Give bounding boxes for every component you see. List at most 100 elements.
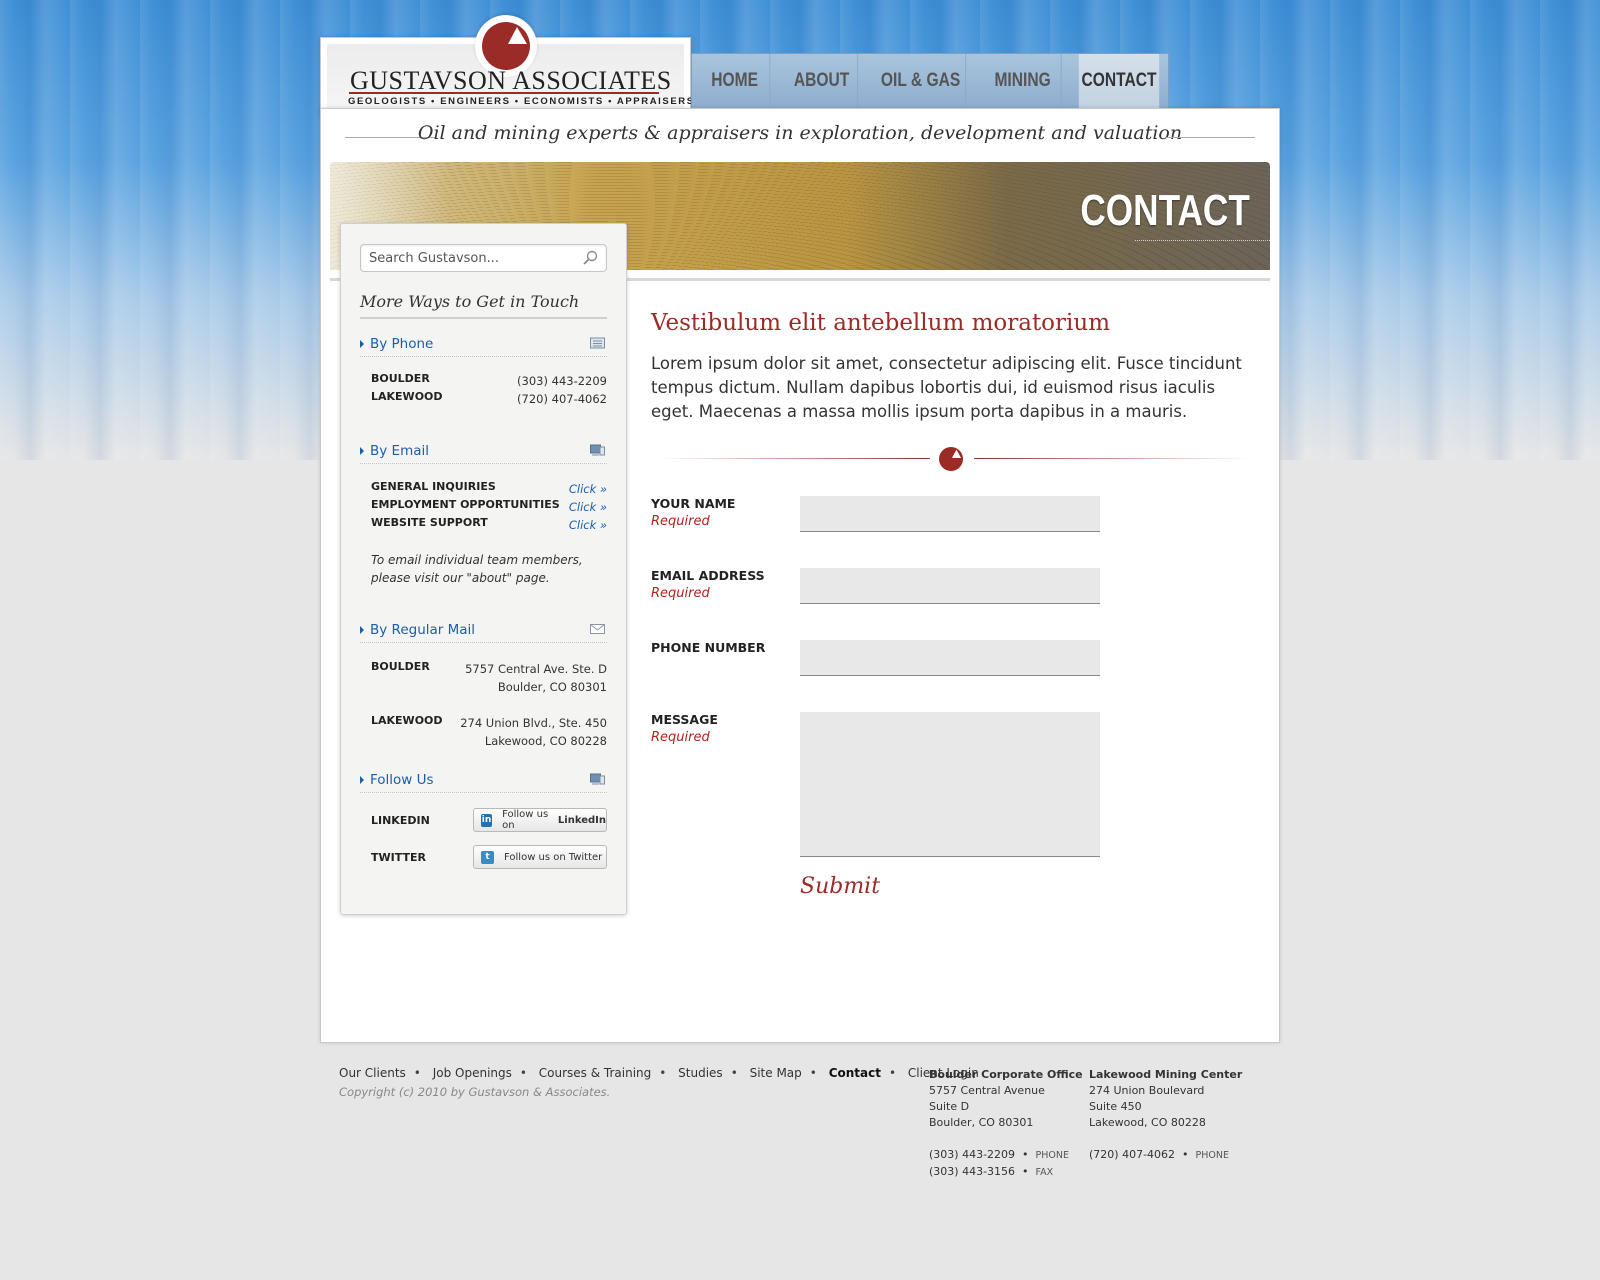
section-follow-label[interactable]: Follow Us xyxy=(370,772,434,788)
mail-line: 5757 Central Ave. Ste. D xyxy=(465,662,607,676)
fax-label: FAX xyxy=(1035,1167,1054,1178)
office-fax: (303) 443-3156 • FAX xyxy=(929,1165,1054,1178)
nav-about[interactable]: ABOUT xyxy=(786,54,859,108)
phone-field[interactable] xyxy=(800,640,1100,676)
email-field[interactable] xyxy=(800,568,1100,604)
office-title: Lakewood Mining Center xyxy=(1089,1068,1243,1081)
submit-button[interactable]: Submit xyxy=(800,874,880,899)
lakewood-office: Lakewood Mining Center 274 Union Bouleva… xyxy=(1089,1067,1242,1164)
follow-brand: LinkedIn xyxy=(557,814,606,826)
footer-link-studies[interactable]: Studies xyxy=(678,1066,723,1080)
section-phone-label[interactable]: By Phone xyxy=(370,336,433,352)
office-line: 5757 Central Avenue xyxy=(929,1084,1045,1097)
footer-links: Our Clients • Job Openings • Courses & Tra… xyxy=(339,1066,979,1080)
message-field[interactable] xyxy=(800,712,1100,857)
section-phone[interactable]: By Phone xyxy=(360,331,607,357)
footer-link-site-map[interactable]: Site Map xyxy=(750,1066,802,1080)
email-topic: EMPLOYMENT OPPORTUNITIES xyxy=(371,498,560,511)
follow-network: LINKEDIN xyxy=(371,814,430,827)
section-divider xyxy=(660,446,1250,472)
email-topic: GENERAL INQUIRIES xyxy=(371,480,496,493)
office-line: Boulder, CO 80301 xyxy=(929,1116,1034,1129)
email-link[interactable]: Click » xyxy=(569,516,607,534)
name-field[interactable] xyxy=(800,496,1100,532)
footer-link-job-openings[interactable]: Job Openings xyxy=(433,1066,512,1080)
content-body: Lorem ipsum dolor sit amet, consectetur … xyxy=(651,354,1242,421)
logo-pie-icon[interactable] xyxy=(481,21,531,71)
section-mail[interactable]: By Regular Mail xyxy=(360,617,607,643)
search-box xyxy=(360,244,607,272)
boulder-office: Boulder Corporate Office 5757 Central Av… xyxy=(929,1067,1083,1181)
phone-number[interactable]: (720) 407-4062 xyxy=(517,390,607,408)
mail-address: 274 Union Blvd., Ste. 450 Lakewood, CO 8… xyxy=(460,714,607,750)
email-link[interactable]: Click » xyxy=(569,480,607,498)
logo-rule xyxy=(349,92,659,94)
phone-label: PHONE xyxy=(1195,1150,1229,1161)
office-phone: (303) 443-2209 • PHONE xyxy=(929,1148,1069,1161)
nav-oil-gas[interactable]: OIL & GAS xyxy=(876,54,967,108)
email-link[interactable]: Click » xyxy=(569,498,607,516)
tagline: Oil and mining experts & appraisers in e… xyxy=(417,122,1183,144)
envelope-icon xyxy=(590,624,605,634)
arrow-right-icon xyxy=(360,446,364,455)
mail-address: 5757 Central Ave. Ste. D Boulder, CO 803… xyxy=(465,660,607,696)
office-phone: (720) 407-4062 • PHONE xyxy=(1089,1148,1229,1161)
fax-number: (303) 443-3156 xyxy=(929,1165,1016,1178)
section-email-label[interactable]: By Email xyxy=(370,443,429,459)
email-note: To email individual team members, please… xyxy=(371,553,583,585)
office-title: Boulder Corporate Office xyxy=(929,1068,1083,1081)
required-note: Required xyxy=(651,586,710,601)
nav-contact[interactable]: CONTACT xyxy=(1078,54,1160,108)
follow-row: TWITTER t Follow us on Twitter xyxy=(371,845,607,877)
copyright: Copyright (c) 2010 by Gustavson & Associ… xyxy=(339,1085,611,1099)
phone-label: PHONE xyxy=(1035,1150,1069,1161)
footer-link-contact[interactable]: Contact xyxy=(829,1066,881,1080)
search-icon[interactable] xyxy=(582,250,598,266)
nav-mining[interactable]: MINING xyxy=(984,54,1062,108)
logo-subtitle: GEOLOGISTS • ENGINEERS • ECONOMISTS • AP… xyxy=(348,96,695,107)
phone-number[interactable]: (303) 443-2209 xyxy=(929,1148,1015,1161)
follow-prefix: Follow us on xyxy=(504,851,566,863)
office-line: Lakewood, CO 80228 xyxy=(1089,1116,1206,1129)
arrow-right-icon xyxy=(360,625,364,634)
mail-city: BOULDER xyxy=(371,660,430,673)
pie-divider-icon xyxy=(939,447,963,471)
computer-icon xyxy=(590,444,605,456)
phone-label: PHONE NUMBER xyxy=(651,640,766,655)
phone-number[interactable]: (303) 443-2209 xyxy=(517,372,607,390)
search-input[interactable] xyxy=(361,245,571,271)
office-line: 274 Union Boulevard xyxy=(1089,1084,1205,1097)
phone-city: LAKEWOOD xyxy=(371,390,443,403)
tagline-bar: Oil and mining experts & appraisers in e… xyxy=(345,120,1255,154)
mail-line: 274 Union Blvd., Ste. 450 xyxy=(460,716,607,730)
follow-prefix: Follow us on xyxy=(502,809,549,831)
footer-link-courses[interactable]: Courses & Training xyxy=(539,1066,651,1080)
main-nav: HOME ABOUT OIL & GAS MINING CONTACT xyxy=(691,53,1169,109)
banner-title: CONTACT xyxy=(1080,186,1250,235)
nav-home[interactable]: HOME xyxy=(700,54,771,108)
follow-row: LINKEDIN in Follow us on LinkedIn xyxy=(371,808,607,840)
mail-row: BOULDER 5757 Central Ave. Ste. D Boulder… xyxy=(371,660,607,696)
required-note: Required xyxy=(651,730,710,745)
phone-number[interactable]: (720) 407-4062 xyxy=(1089,1148,1175,1161)
phone-icon xyxy=(590,337,605,349)
mail-row: LAKEWOOD 274 Union Blvd., Ste. 450 Lakew… xyxy=(371,714,607,750)
office-line: Suite D xyxy=(929,1100,970,1113)
follow-brand: Twitter xyxy=(568,851,603,863)
section-follow[interactable]: Follow Us xyxy=(360,767,607,793)
section-mail-label[interactable]: By Regular Mail xyxy=(370,622,475,638)
sidebar-title: More Ways to Get in Touch xyxy=(360,292,607,319)
follow-network: TWITTER xyxy=(371,851,426,864)
mail-line: Lakewood, CO 80228 xyxy=(484,734,607,748)
twitter-follow-button[interactable]: t Follow us on Twitter xyxy=(473,845,607,869)
arrow-right-icon xyxy=(360,775,364,784)
banner-dotted-rule xyxy=(1135,240,1270,241)
footer-link-our-clients[interactable]: Our Clients xyxy=(339,1066,406,1080)
required-note: Required xyxy=(651,514,710,529)
arrow-right-icon xyxy=(360,339,364,348)
email-topic: WEBSITE SUPPORT xyxy=(371,516,488,529)
mail-city: LAKEWOOD xyxy=(371,714,443,727)
name-label: YOUR NAME xyxy=(651,496,736,511)
section-email[interactable]: By Email xyxy=(360,438,607,464)
linkedin-follow-button[interactable]: in Follow us on LinkedIn xyxy=(473,808,607,832)
